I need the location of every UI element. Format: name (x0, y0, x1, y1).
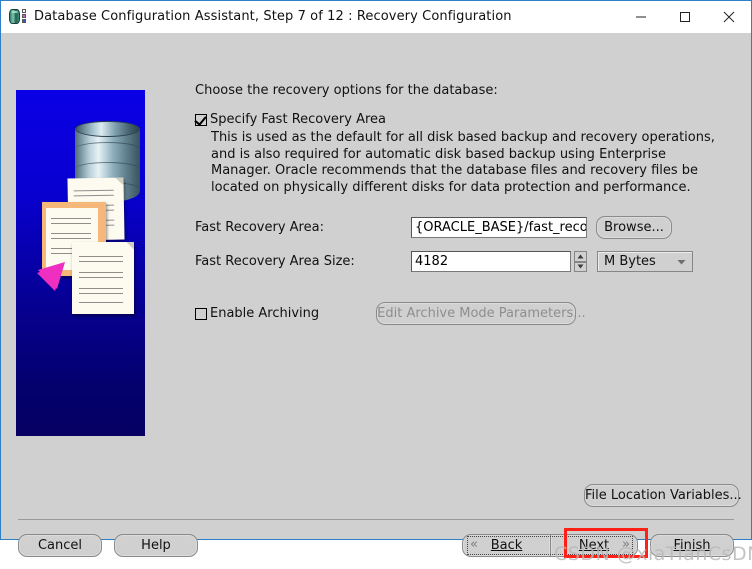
minimize-icon[interactable] (619, 1, 663, 32)
footer-separator (18, 519, 734, 520)
enable-archiving-row: Enable Archiving Edit Archive Mode Param… (195, 302, 739, 325)
file-location-variables-container: File Location Variables... (584, 484, 742, 507)
enable-archiving-checkbox[interactable] (195, 308, 207, 320)
main-content: Choose the recovery options for the data… (195, 83, 739, 325)
fra-size-unit-value: M Bytes (604, 254, 656, 269)
watermark: CSDN @xiaTianCsDM (554, 543, 752, 565)
footer-left-buttons: Cancel Help (18, 533, 198, 557)
document-sheet (72, 242, 134, 314)
maximize-icon[interactable] (663, 1, 707, 32)
enable-archiving-label: Enable Archiving (210, 306, 320, 321)
close-icon[interactable] (707, 1, 751, 32)
fra-path-row: Fast Recovery Area: {ORACLE_BASE}/fast_r… (195, 214, 739, 241)
oracle-dbca-icon (9, 8, 27, 26)
window-title: Database Configuration Assistant, Step 7… (34, 9, 512, 24)
cancel-button[interactable]: Cancel (18, 533, 102, 557)
edit-archive-mode-parameters-button: Edit Archive Mode Parameters... (376, 302, 586, 325)
specify-fra-checkbox[interactable] (195, 114, 207, 126)
fra-path-input[interactable]: {ORACLE_BASE}/fast_recovery_a (411, 217, 587, 238)
fra-size-unit-select[interactable]: M Bytes (597, 251, 693, 272)
fra-size-stepper[interactable] (574, 251, 587, 272)
chevron-down-icon (677, 254, 686, 269)
specify-fra-label: Specify Fast Recovery Area (210, 112, 387, 127)
pink-arrow-icon (20, 258, 72, 310)
client-area: Choose the recovery options for the data… (1, 33, 752, 565)
stepper-up-icon[interactable] (574, 251, 587, 262)
dbca-window: Database Configuration Assistant, Step 7… (0, 0, 752, 565)
title-bar: Database Configuration Assistant, Step 7… (1, 1, 751, 33)
specify-fra-description: This is used as the default for all disk… (211, 130, 715, 195)
enable-archiving-checkbox-row[interactable]: Enable Archiving (195, 306, 319, 321)
fra-size-input[interactable]: 4182 (411, 251, 571, 272)
fra-path-label: Fast Recovery Area: (195, 220, 324, 235)
fra-size-label: Fast Recovery Area Size: (195, 254, 355, 269)
browse-button[interactable]: Browse... (596, 216, 672, 239)
page-prompt: Choose the recovery options for the data… (195, 83, 498, 98)
recovery-illustration (16, 90, 145, 436)
specify-fra-checkbox-row[interactable]: Specify Fast Recovery Area (195, 112, 739, 127)
fra-size-row: Fast Recovery Area Size: 4182 M Bytes (195, 248, 739, 275)
help-button[interactable]: Help (114, 533, 198, 557)
recovery-form: Fast Recovery Area: {ORACLE_BASE}/fast_r… (195, 214, 739, 325)
file-location-variables-button[interactable]: File Location Variables... (584, 484, 742, 507)
stepper-down-icon[interactable] (574, 261, 587, 272)
window-controls (619, 1, 751, 32)
